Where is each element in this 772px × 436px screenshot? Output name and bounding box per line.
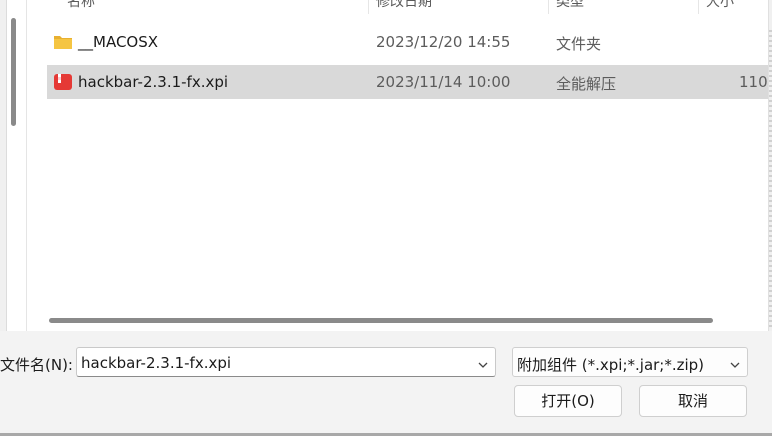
open-button[interactable]: 打开(O) [514,385,622,417]
filename-input[interactable]: hackbar-2.3.1-fx.xpi [76,347,496,377]
chevron-down-icon[interactable] [729,356,741,368]
navigation-pane-scrollbar[interactable] [11,18,16,126]
archive-file-icon [53,72,73,92]
file-modified: 2023/11/14 10:00 [376,73,511,91]
file-modified: 2023/12/20 14:55 [376,33,511,51]
file-name: __MACOSX [78,33,159,51]
file-type: 文件夹 [556,35,602,53]
file-type-filter-value: 附加组件 (*.xpi;*.jar;*.zip) [517,356,705,374]
file-list: 名称 修改日期 类型 大小 __MACOSX 2023/12/20 14:55 … [27,0,772,331]
column-divider[interactable] [548,0,549,14]
column-header-modified[interactable]: 修改日期 [376,0,432,11]
file-row-macosx[interactable]: __MACOSX 2023/12/20 14:55 文件夹 [47,25,772,59]
column-header-size[interactable]: 大小 [706,0,734,11]
dialog-footer: 文件名(N): hackbar-2.3.1-fx.xpi 附加组件 (*.xpi… [0,331,772,436]
column-divider[interactable] [368,0,369,14]
file-type-filter[interactable]: 附加组件 (*.xpi;*.jar;*.zip) [512,347,748,377]
folder-icon [53,32,73,52]
navigation-pane-edge [0,0,7,331]
filename-label: 文件名(N): [0,356,73,374]
cancel-button[interactable]: 取消 [639,385,747,417]
file-type: 全能解压 [556,75,617,93]
column-divider[interactable] [698,0,699,14]
filename-value[interactable]: hackbar-2.3.1-fx.xpi [81,354,231,372]
column-header: 名称 修改日期 类型 大小 [27,0,772,14]
navigation-pane [0,0,27,331]
chevron-down-icon[interactable] [477,356,489,368]
column-header-type[interactable]: 类型 [556,0,584,11]
file-name: hackbar-2.3.1-fx.xpi [78,73,229,91]
file-row-hackbar[interactable]: hackbar-2.3.1-fx.xpi 2023/11/14 10:00 全能… [47,65,772,99]
horizontal-scrollbar[interactable] [49,318,713,323]
column-header-name[interactable]: 名称 [67,0,95,11]
file-size: 110 [739,73,768,91]
